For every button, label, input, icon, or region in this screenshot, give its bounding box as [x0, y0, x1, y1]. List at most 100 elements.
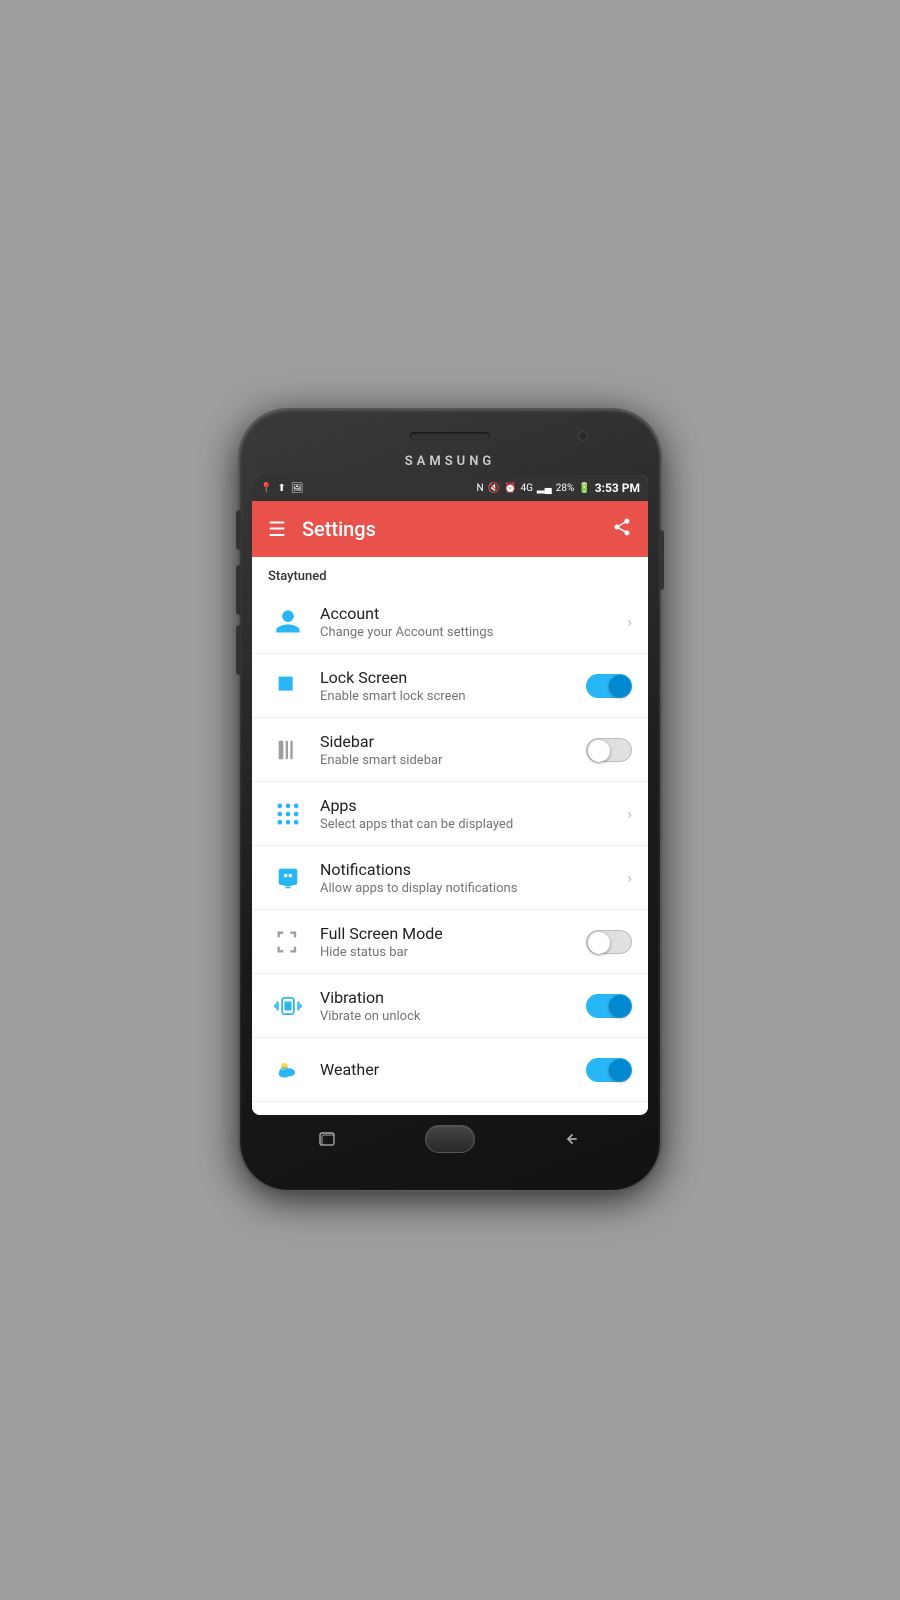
bixby-button[interactable] [236, 625, 241, 675]
apps-title: Apps [320, 796, 627, 815]
lock-screen-control[interactable] [586, 674, 632, 698]
section-header: Staytuned [252, 557, 648, 590]
location-icon: 📍 [260, 483, 272, 494]
weather-toggle-track [586, 1058, 632, 1082]
account-control: › [627, 612, 632, 631]
fullscreen-toggle-thumb [588, 932, 610, 954]
apps-chevron: › [627, 804, 632, 823]
apps-subtitle: Select apps that can be displayed [320, 817, 627, 832]
vibration-icon [268, 992, 308, 1020]
vibration-control[interactable] [586, 994, 632, 1018]
lock-screen-text: Lock Screen Enable smart lock screen [320, 668, 586, 704]
phone-bottom-nav [252, 1121, 648, 1157]
notifications-subtitle: Allow apps to display notifications [320, 881, 627, 896]
app-title: Settings [302, 517, 612, 541]
weather-text: Weather [320, 1060, 586, 1079]
sidebar-title: Sidebar [320, 732, 586, 751]
share-icon[interactable] [612, 517, 632, 542]
battery-percent: 28% [556, 483, 575, 494]
battery-icon: 🔋 [578, 483, 590, 494]
upload-icon: ⬆ [277, 483, 285, 494]
settings-item-sidebar[interactable]: Sidebar Enable smart sidebar [252, 718, 648, 782]
lock-screen-toggle[interactable] [586, 674, 632, 698]
notifications-control: › [627, 868, 632, 887]
status-left-icons: 📍 ⬆ 🖼 [260, 483, 304, 494]
sidebar-text: Sidebar Enable smart sidebar [320, 732, 586, 768]
status-time: 3:53 PM [595, 481, 640, 495]
lock-screen-toggle-thumb [609, 675, 631, 697]
volume-up-button[interactable] [236, 510, 241, 550]
fullscreen-title: Full Screen Mode [320, 924, 586, 943]
weather-control[interactable] [586, 1058, 632, 1082]
account-text: Account Change your Account settings [320, 604, 627, 640]
settings-item-lock-screen[interactable]: Lock Screen Enable smart lock screen [252, 654, 648, 718]
vibration-toggle-track [586, 994, 632, 1018]
account-icon [268, 608, 308, 636]
weather-toggle-thumb [609, 1059, 631, 1081]
phone-screen: 📍 ⬆ 🖼 N 🔇 ⏰ 4G ▂▄ 28% 🔋 3:53 PM ☰ Settin… [252, 475, 648, 1115]
settings-item-units[interactable]: Units °C °F [252, 1102, 648, 1115]
recents-button[interactable] [312, 1128, 344, 1150]
vibration-toggle[interactable] [586, 994, 632, 1018]
settings-content: Staytuned Account Change your Account se… [252, 557, 648, 1115]
sidebar-icon [268, 736, 308, 764]
apps-icon [268, 800, 308, 828]
brand-label: SAMSUNG [252, 450, 648, 475]
settings-item-vibration[interactable]: Vibration Vibrate on unlock [252, 974, 648, 1038]
sidebar-toggle-track [586, 738, 632, 762]
sidebar-control[interactable] [586, 738, 632, 762]
network-icon: 4G [520, 483, 532, 494]
notifications-text: Notifications Allow apps to display noti… [320, 860, 627, 896]
account-subtitle: Change your Account settings [320, 625, 627, 640]
sidebar-toggle-thumb [588, 740, 610, 762]
lock-screen-title: Lock Screen [320, 668, 586, 687]
menu-icon[interactable]: ☰ [268, 517, 286, 541]
sidebar-toggle[interactable] [586, 738, 632, 762]
fullscreen-text: Full Screen Mode Hide status bar [320, 924, 586, 960]
vibration-text: Vibration Vibrate on unlock [320, 988, 586, 1024]
home-button[interactable] [425, 1125, 475, 1153]
vibration-subtitle: Vibrate on unlock [320, 1009, 586, 1024]
weather-icon [268, 1056, 308, 1084]
image-icon: 🖼 [291, 483, 304, 494]
notifications-chevron: › [627, 868, 632, 887]
volume-down-button[interactable] [236, 565, 241, 615]
fullscreen-control[interactable] [586, 930, 632, 954]
nfc-icon: N [476, 483, 483, 494]
account-chevron: › [627, 612, 632, 631]
weather-toggle[interactable] [586, 1058, 632, 1082]
sidebar-subtitle: Enable smart sidebar [320, 753, 586, 768]
fullscreen-icon [268, 928, 308, 956]
lock-screen-subtitle: Enable smart lock screen [320, 689, 586, 704]
lock-screen-icon [268, 672, 308, 700]
phone-top-bar [252, 422, 648, 450]
status-bar: 📍 ⬆ 🖼 N 🔇 ⏰ 4G ▂▄ 28% 🔋 3:53 PM [252, 475, 648, 501]
settings-item-account[interactable]: Account Change your Account settings › [252, 590, 648, 654]
notifications-title: Notifications [320, 860, 627, 879]
settings-item-weather[interactable]: Weather [252, 1038, 648, 1102]
notifications-icon [268, 864, 308, 892]
mute-icon: 🔇 [488, 483, 500, 494]
settings-item-fullscreen[interactable]: Full Screen Mode Hide status bar [252, 910, 648, 974]
phone-device: SAMSUNG 📍 ⬆ 🖼 N 🔇 ⏰ 4G ▂▄ 28% 🔋 3:53 PM … [240, 410, 660, 1190]
fullscreen-toggle[interactable] [586, 930, 632, 954]
speaker-grille [410, 432, 490, 440]
back-button[interactable] [556, 1128, 588, 1150]
vibration-title: Vibration [320, 988, 586, 1007]
app-bar: ☰ Settings [252, 501, 648, 557]
settings-item-notifications[interactable]: Notifications Allow apps to display noti… [252, 846, 648, 910]
apps-control: › [627, 804, 632, 823]
alarm-icon: ⏰ [504, 483, 516, 494]
power-button[interactable] [659, 530, 664, 590]
fullscreen-subtitle: Hide status bar [320, 945, 586, 960]
status-right-icons: N 🔇 ⏰ 4G ▂▄ 28% 🔋 3:53 PM [476, 481, 640, 495]
account-title: Account [320, 604, 627, 623]
front-camera [578, 431, 588, 441]
lock-screen-toggle-track [586, 674, 632, 698]
vibration-toggle-thumb [609, 995, 631, 1017]
apps-text: Apps Select apps that can be displayed [320, 796, 627, 832]
signal-bars: ▂▄ [537, 483, 552, 494]
weather-title: Weather [320, 1060, 586, 1079]
fullscreen-toggle-track [586, 930, 632, 954]
settings-item-apps[interactable]: Apps Select apps that can be displayed › [252, 782, 648, 846]
